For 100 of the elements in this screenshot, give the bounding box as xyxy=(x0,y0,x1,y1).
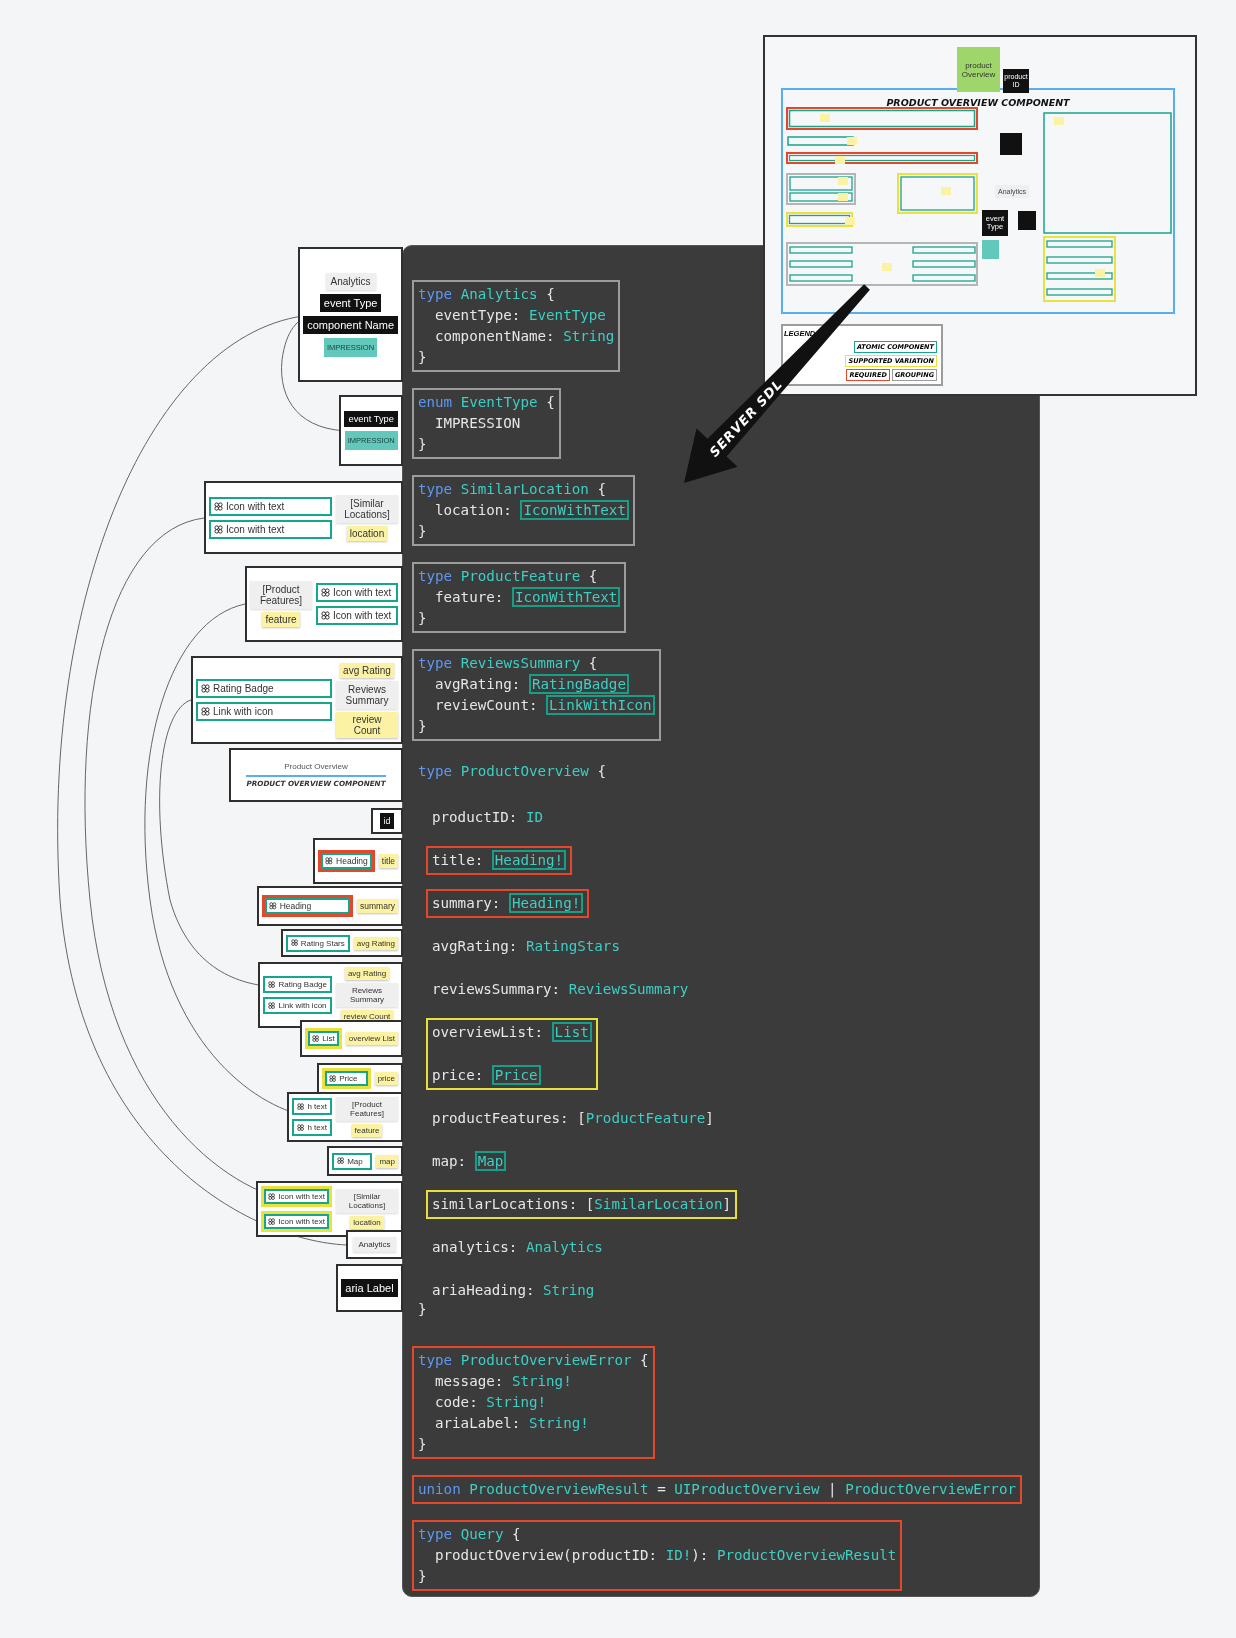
type-name: Analytics xyxy=(460,286,538,302)
component-box: Icon with text xyxy=(209,519,332,539)
component-box: Icon with text xyxy=(316,583,398,602)
type-name: ID! xyxy=(665,1547,692,1563)
code-text: } xyxy=(418,523,427,539)
code-text: } xyxy=(418,436,427,452)
code-text: ] xyxy=(705,1110,714,1126)
callout-label: Reviews Summary xyxy=(336,680,398,709)
component-box: Link with icon xyxy=(196,702,332,721)
code-text: price: xyxy=(432,1067,484,1083)
type-name: EventType xyxy=(460,394,538,410)
sticky-note: avg Rating xyxy=(340,662,394,678)
code-text: } xyxy=(418,718,427,734)
type-reference: Map xyxy=(474,1151,507,1171)
sticky-note: overview List xyxy=(345,1032,398,1045)
code-text: message: xyxy=(435,1373,504,1389)
code-keyword: type xyxy=(418,481,453,497)
code-text: [ xyxy=(577,1110,586,1126)
component-icon xyxy=(268,1001,276,1010)
code-text: summary: xyxy=(432,895,501,911)
component-box: h text xyxy=(292,1119,332,1136)
type-name: ProductOverviewResult xyxy=(469,1481,649,1497)
type-reference: IconWithText xyxy=(511,587,621,607)
code-text: { xyxy=(597,481,606,497)
sticky-note: review Count xyxy=(336,711,398,738)
code-text: { xyxy=(546,286,555,302)
code-text: avgRating: xyxy=(435,676,521,692)
component-box: Icon with text xyxy=(261,1211,332,1232)
type-name: ProductOverview xyxy=(460,763,589,779)
callout-label: Reviews Summary xyxy=(336,983,398,1007)
code-text: ): xyxy=(691,1547,709,1563)
type-name: ReviewsSummary xyxy=(568,981,689,997)
code-text: location: xyxy=(435,502,512,518)
type-name: SimilarLocation xyxy=(460,481,589,497)
component-icon xyxy=(329,1074,337,1083)
code-text: [ xyxy=(585,1196,595,1212)
type-name: ProductOverviewError xyxy=(845,1481,1016,1497)
sticky-note: product Overview xyxy=(957,47,1000,92)
type-reference: LinkWithIcon xyxy=(546,695,655,715)
component-box: Icon with text xyxy=(209,496,332,516)
callout-label: [Similar Locations] xyxy=(336,494,398,523)
code-text: reviewsSummary: xyxy=(432,981,561,997)
type-reference: RatingBadge xyxy=(528,674,629,694)
code-text: ] xyxy=(722,1196,731,1212)
sticky-note: location xyxy=(350,1216,384,1229)
component-box: Link with icon xyxy=(263,997,332,1014)
code-text: productOverview(productID: xyxy=(435,1547,658,1563)
component-icon xyxy=(297,1102,305,1111)
component-icon xyxy=(268,980,276,989)
code-text: { xyxy=(588,655,598,671)
type-name: ProductOverviewResult xyxy=(716,1547,897,1563)
code-text: similarLocations: xyxy=(432,1196,578,1212)
component-icon xyxy=(214,501,223,511)
component-icon xyxy=(201,684,210,693)
callout-label: [Product Features] xyxy=(336,1097,398,1121)
component-icon xyxy=(268,1217,276,1226)
component-title: PRODUCT OVERVIEW COMPONENT xyxy=(886,97,1070,108)
code-text: analytics: xyxy=(432,1239,518,1255)
type-name: ID xyxy=(525,809,544,825)
code-text: = xyxy=(657,1481,666,1497)
code-text: } xyxy=(418,1301,427,1317)
code-text: ariaHeading: xyxy=(432,1282,535,1298)
sticky-note: event Type xyxy=(319,293,382,312)
component-box: Icon with text xyxy=(316,606,398,625)
type-name: SimilarLocation xyxy=(594,1196,723,1212)
code-text: feature: xyxy=(435,589,504,605)
component-icon xyxy=(297,1123,305,1132)
sticky-note: price xyxy=(374,1072,398,1085)
code-text: { xyxy=(640,1352,649,1368)
type-name: EventType xyxy=(528,307,606,323)
component-box: List xyxy=(305,1028,342,1049)
type-name: String xyxy=(543,1282,595,1298)
component-icon xyxy=(321,588,330,597)
sticky-note: title xyxy=(378,854,398,868)
code-text: avgRating: xyxy=(432,938,518,954)
code-text: title: xyxy=(432,852,484,868)
code-keyword: type xyxy=(418,286,453,302)
type-reference: List xyxy=(551,1022,592,1042)
code-text: reviewCount: xyxy=(435,697,538,713)
type-name: ReviewsSummary xyxy=(460,655,581,671)
code-text: overviewList: xyxy=(432,1024,544,1040)
sticky-note: id xyxy=(379,813,395,829)
component-icon xyxy=(321,611,330,620)
code-keyword: union xyxy=(418,1481,461,1497)
component-box: Icon with text xyxy=(261,1186,332,1207)
type-name: Analytics xyxy=(525,1239,603,1255)
code-text: { xyxy=(512,1526,521,1542)
sticky-note: location xyxy=(346,525,388,541)
code-text: IMPRESSION xyxy=(435,415,521,431)
type-name: ProductFeature xyxy=(460,568,581,584)
code-keyword: type xyxy=(418,763,453,779)
sticky-note: map xyxy=(376,1154,398,1168)
callout-label: Analytics xyxy=(353,1237,396,1252)
component-icon xyxy=(269,902,277,910)
component-icon xyxy=(337,1157,345,1165)
component-box: Rating Badge xyxy=(196,679,332,698)
component-box: Heading xyxy=(262,895,354,917)
code-text: ariaLabel: xyxy=(435,1415,521,1431)
caption-text: Product Overview xyxy=(284,762,348,771)
code-text: | xyxy=(828,1481,837,1497)
